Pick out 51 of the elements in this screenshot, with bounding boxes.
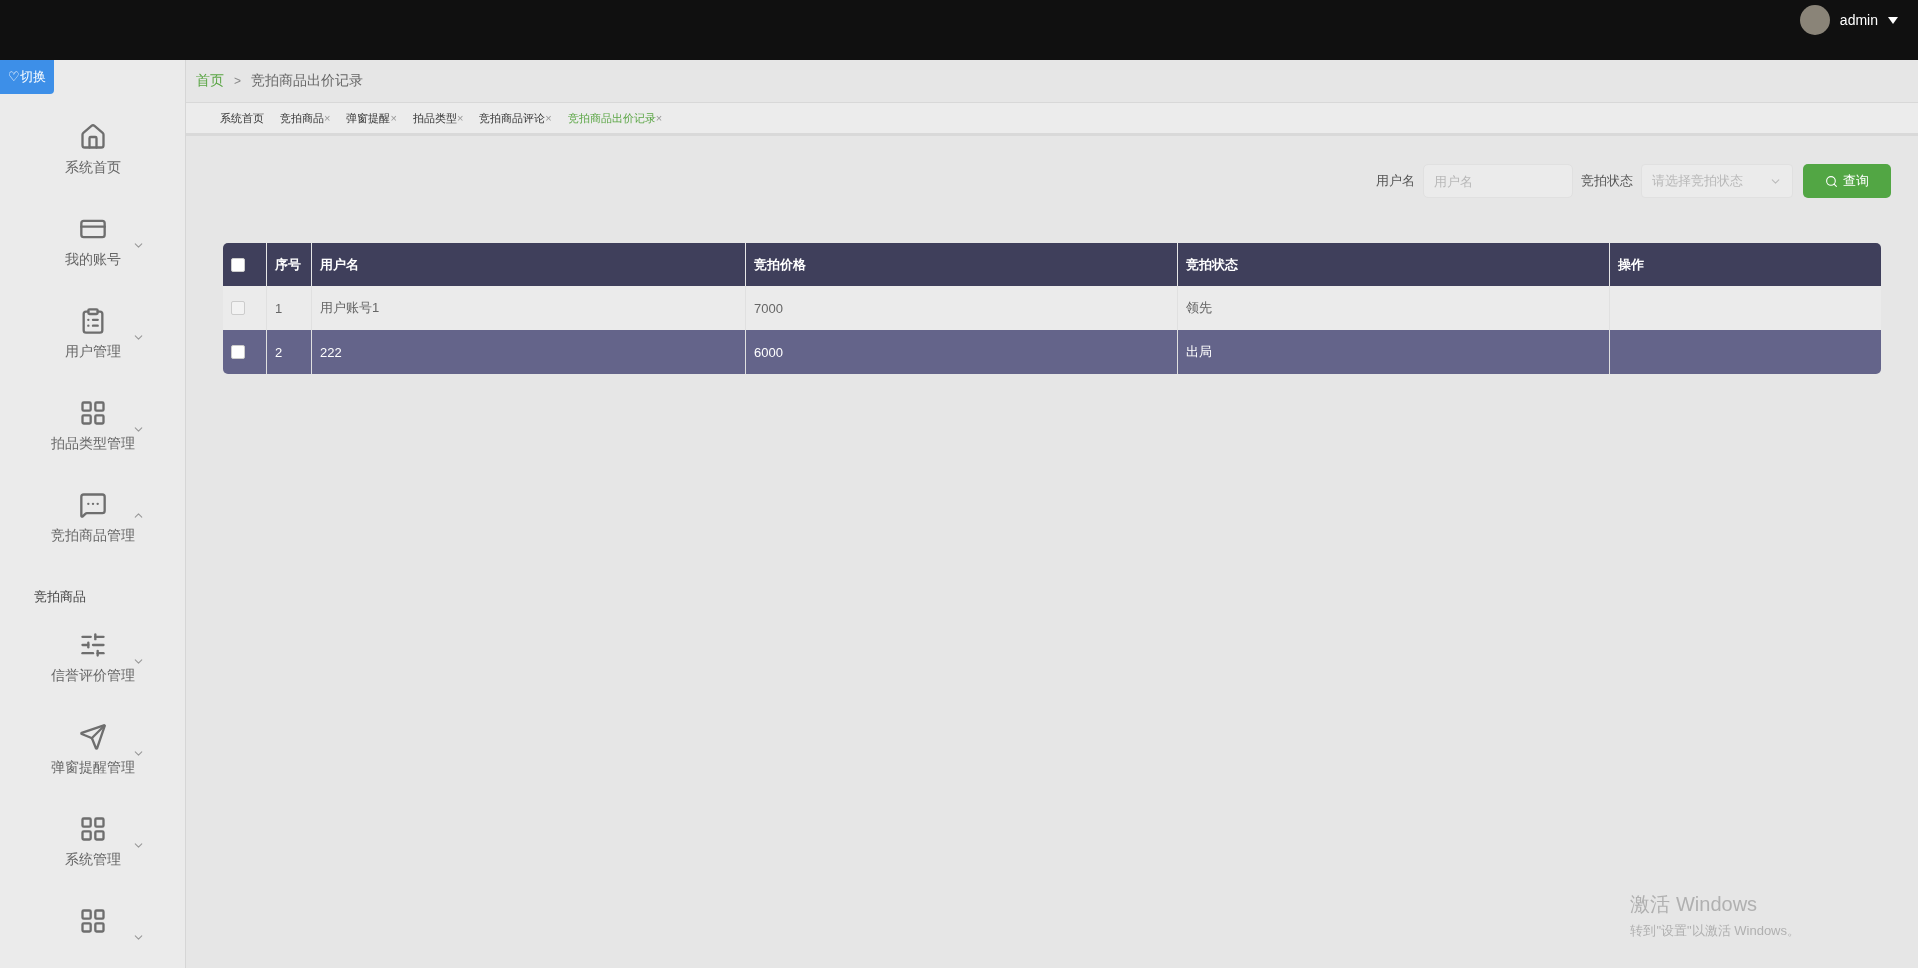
sidebar-item[interactable]: 系统管理	[0, 809, 185, 901]
chat-icon	[78, 491, 107, 519]
grid-icon	[78, 907, 107, 935]
table-cell: 1	[275, 300, 283, 316]
table-cell: 用户账号1	[320, 299, 380, 317]
page-tab[interactable]: 弹窗提醒×	[346, 110, 397, 126]
paper-plane-icon	[78, 723, 107, 751]
sidebar-item[interactable]: 弹窗提醒管理	[0, 717, 185, 809]
table-cell: 222	[320, 344, 342, 360]
sliders-icon	[78, 631, 107, 659]
select-all-checkbox[interactable]	[231, 257, 245, 272]
table-row[interactable]: 1 用户账号1 7000 领先	[223, 286, 1881, 330]
table-cell: 7000	[754, 300, 783, 316]
grid-icon	[78, 815, 107, 843]
sidebar-label: 用户管理	[64, 343, 121, 361]
page-tab[interactable]: 系统首页	[220, 110, 264, 126]
sidebar-item[interactable]: 我的账号	[0, 209, 185, 301]
table-cell: 领先	[1186, 299, 1212, 317]
column-header: 操作	[1617, 255, 1645, 274]
field-label: 用户名	[1376, 172, 1415, 190]
table-cell: 6000	[754, 344, 783, 360]
search-button[interactable]: 查询	[1803, 164, 1891, 198]
sidebar-label: 我的账号	[64, 251, 121, 269]
page-tab[interactable]: 竞拍商品出价记录×	[567, 110, 663, 126]
avatar[interactable]	[1799, 5, 1830, 35]
row-checkbox[interactable]	[231, 345, 245, 359]
sidebar-label: 拍品类型管理	[50, 435, 135, 453]
sidebar-label: 系统首页	[64, 159, 121, 177]
username[interactable]: admin	[1839, 12, 1878, 28]
sidebar-label: 信誉评价管理	[50, 667, 135, 685]
sidebar-item[interactable]: 信誉评价管理	[0, 625, 185, 717]
field-label: 竞拍状态	[1581, 172, 1633, 190]
page-tab[interactable]: 拍品类型×	[412, 110, 464, 126]
sidebar-item[interactable]: 用户管理	[0, 301, 185, 393]
sidebar-label: 系统管理	[64, 851, 121, 869]
table-cell: 出局	[1186, 343, 1212, 361]
search-icon	[1825, 174, 1838, 188]
row-checkbox[interactable]	[231, 301, 245, 315]
home-icon	[78, 123, 107, 151]
sidebar-label: 弹窗提醒管理	[50, 759, 135, 777]
sidebar-item[interactable]: 拍品类型管理	[0, 393, 185, 485]
page-tab[interactable]: 竞拍商品×	[280, 110, 331, 126]
breadcrumb-separator: >	[234, 74, 241, 88]
grid-icon	[78, 399, 107, 427]
table-cell: 2	[275, 344, 283, 360]
caret-icon[interactable]	[1888, 16, 1898, 24]
sidebar-item[interactable]: 系统首页	[0, 117, 185, 209]
page-tab[interactable]: 竞拍商品评论×	[479, 110, 552, 126]
table-row[interactable]: 2 222 6000 出局	[223, 330, 1881, 374]
sidebar-label: 竞拍商品管理	[50, 527, 135, 545]
switch-button[interactable]: ♡切换	[0, 60, 54, 94]
